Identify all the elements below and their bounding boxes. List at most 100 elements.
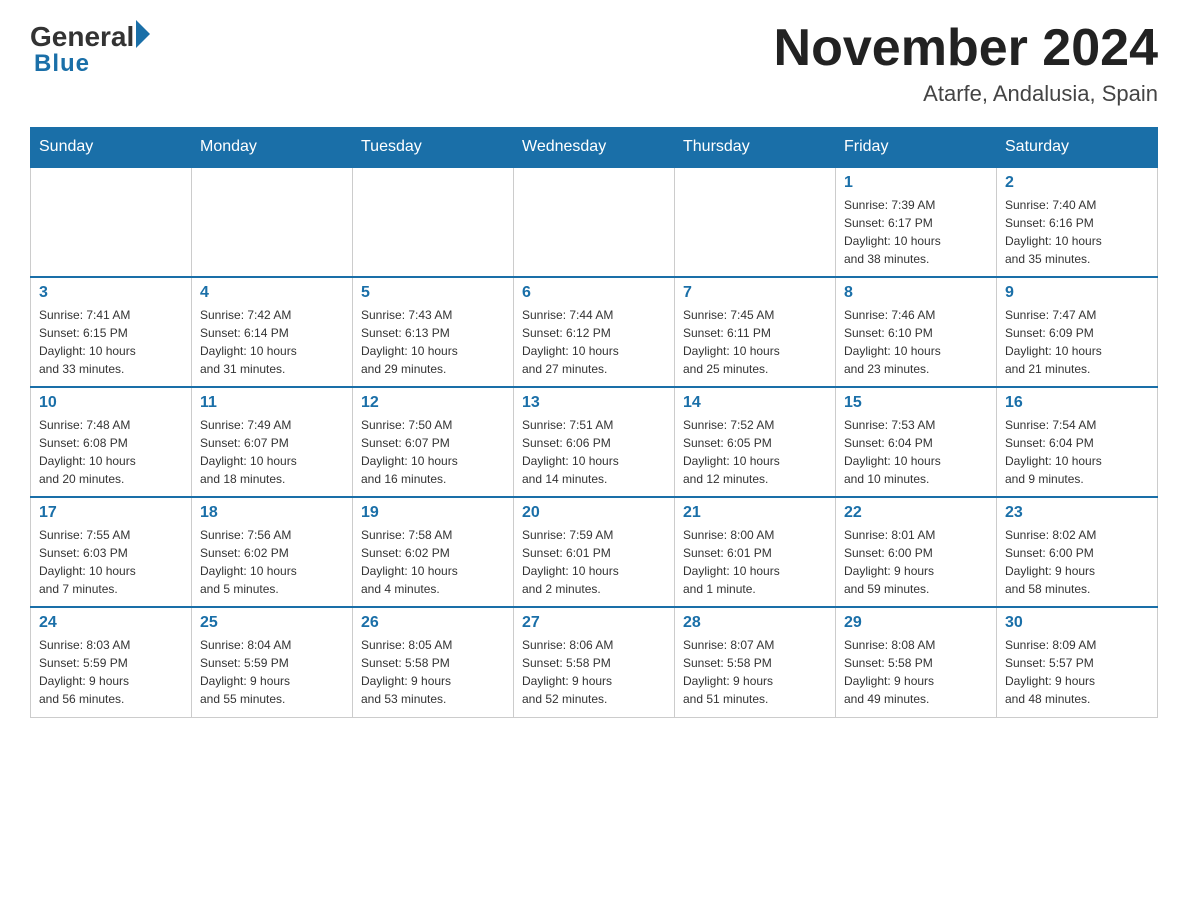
day-info: Sunrise: 7:45 AM Sunset: 6:11 PM Dayligh… — [683, 306, 827, 378]
day-info: Sunrise: 7:56 AM Sunset: 6:02 PM Dayligh… — [200, 526, 344, 598]
day-number: 8 — [844, 284, 988, 302]
day-number: 20 — [522, 504, 666, 522]
calendar-week-row: 1 Sunrise: 7:39 AM Sunset: 6:17 PM Daylig… — [31, 167, 1158, 277]
day-number: 6 — [522, 284, 666, 302]
calendar-cell: 14 Sunrise: 7:52 AM Sunset: 6:05 PM Dayli… — [675, 387, 836, 497]
day-info: Sunrise: 7:42 AM Sunset: 6:14 PM Dayligh… — [200, 306, 344, 378]
calendar-cell — [514, 167, 675, 277]
day-number: 21 — [683, 504, 827, 522]
day-number: 28 — [683, 614, 827, 632]
calendar-cell: 5 Sunrise: 7:43 AM Sunset: 6:13 PM Daylig… — [353, 277, 514, 387]
day-number: 13 — [522, 394, 666, 412]
page-header: General Blue November 2024 Atarfe, Andal… — [30, 20, 1158, 107]
logo-general: General — [30, 21, 134, 53]
calendar-cell: 20 Sunrise: 7:59 AM Sunset: 6:01 PM Dayli… — [514, 497, 675, 607]
day-number: 1 — [844, 174, 988, 192]
day-info: Sunrise: 7:59 AM Sunset: 6:01 PM Dayligh… — [522, 526, 666, 598]
day-number: 16 — [1005, 394, 1149, 412]
calendar-cell: 3 Sunrise: 7:41 AM Sunset: 6:15 PM Daylig… — [31, 277, 192, 387]
day-info: Sunrise: 7:43 AM Sunset: 6:13 PM Dayligh… — [361, 306, 505, 378]
logo: General Blue — [30, 20, 150, 78]
day-number: 4 — [200, 284, 344, 302]
day-number: 9 — [1005, 284, 1149, 302]
day-number: 3 — [39, 284, 183, 302]
day-info: Sunrise: 7:40 AM Sunset: 6:16 PM Dayligh… — [1005, 196, 1149, 268]
day-number: 24 — [39, 614, 183, 632]
calendar-cell: 16 Sunrise: 7:54 AM Sunset: 6:04 PM Dayli… — [997, 387, 1158, 497]
day-info: Sunrise: 7:50 AM Sunset: 6:07 PM Dayligh… — [361, 416, 505, 488]
calendar-cell: 30 Sunrise: 8:09 AM Sunset: 5:57 PM Dayli… — [997, 607, 1158, 717]
weekday-header-row: Sunday Monday Tuesday Wednesday Thursday… — [31, 128, 1158, 168]
day-info: Sunrise: 8:03 AM Sunset: 5:59 PM Dayligh… — [39, 636, 183, 708]
logo-text: General — [30, 20, 150, 54]
calendar-cell: 26 Sunrise: 8:05 AM Sunset: 5:58 PM Dayli… — [353, 607, 514, 717]
day-number: 11 — [200, 394, 344, 412]
title-area: November 2024 Atarfe, Andalusia, Spain — [774, 20, 1158, 107]
calendar-cell — [31, 167, 192, 277]
calendar-week-row: 3 Sunrise: 7:41 AM Sunset: 6:15 PM Daylig… — [31, 277, 1158, 387]
day-number: 5 — [361, 284, 505, 302]
header-monday: Monday — [192, 128, 353, 168]
calendar-cell: 7Sunrise: 7:45 AM Sunset: 6:11 PM Daylig… — [675, 277, 836, 387]
day-info: Sunrise: 8:02 AM Sunset: 6:00 PM Dayligh… — [1005, 526, 1149, 598]
day-info: Sunrise: 7:48 AM Sunset: 6:08 PM Dayligh… — [39, 416, 183, 488]
day-info: Sunrise: 7:39 AM Sunset: 6:17 PM Dayligh… — [844, 196, 988, 268]
day-info: Sunrise: 7:54 AM Sunset: 6:04 PM Dayligh… — [1005, 416, 1149, 488]
header-friday: Friday — [836, 128, 997, 168]
day-number: 14 — [683, 394, 827, 412]
day-info: Sunrise: 7:44 AM Sunset: 6:12 PM Dayligh… — [522, 306, 666, 378]
day-info: Sunrise: 8:07 AM Sunset: 5:58 PM Dayligh… — [683, 636, 827, 708]
day-number: 15 — [844, 394, 988, 412]
calendar-cell: 13 Sunrise: 7:51 AM Sunset: 6:06 PM Dayli… — [514, 387, 675, 497]
day-info: Sunrise: 7:41 AM Sunset: 6:15 PM Dayligh… — [39, 306, 183, 378]
calendar-cell: 2 Sunrise: 7:40 AM Sunset: 6:16 PM Daylig… — [997, 167, 1158, 277]
day-info: Sunrise: 8:08 AM Sunset: 5:58 PM Dayligh… — [844, 636, 988, 708]
calendar-cell — [192, 167, 353, 277]
day-number: 26 — [361, 614, 505, 632]
calendar-cell: 12 Sunrise: 7:50 AM Sunset: 6:07 PM Dayli… — [353, 387, 514, 497]
day-number: 19 — [361, 504, 505, 522]
month-year-title: November 2024 — [774, 20, 1158, 77]
day-info: Sunrise: 7:51 AM Sunset: 6:06 PM Dayligh… — [522, 416, 666, 488]
calendar-week-row: 24 Sunrise: 8:03 AM Sunset: 5:59 PM Dayli… — [31, 607, 1158, 717]
calendar-cell: 8 Sunrise: 7:46 AM Sunset: 6:10 PM Daylig… — [836, 277, 997, 387]
day-info: Sunrise: 8:06 AM Sunset: 5:58 PM Dayligh… — [522, 636, 666, 708]
day-info: Sunrise: 7:55 AM Sunset: 6:03 PM Dayligh… — [39, 526, 183, 598]
day-number: 18 — [200, 504, 344, 522]
day-number: 25 — [200, 614, 344, 632]
logo-blue-text: Blue — [34, 50, 90, 78]
day-number: 30 — [1005, 614, 1149, 632]
day-info: Sunrise: 8:09 AM Sunset: 5:57 PM Dayligh… — [1005, 636, 1149, 708]
day-info: Sunrise: 7:52 AM Sunset: 6:05 PM Dayligh… — [683, 416, 827, 488]
calendar-cell: 22Sunrise: 8:01 AM Sunset: 6:00 PM Dayli… — [836, 497, 997, 607]
day-info: Sunrise: 7:47 AM Sunset: 6:09 PM Dayligh… — [1005, 306, 1149, 378]
day-info: Sunrise: 8:00 AM Sunset: 6:01 PM Dayligh… — [683, 526, 827, 598]
logo-triangle-icon — [136, 20, 150, 48]
calendar-cell: 19 Sunrise: 7:58 AM Sunset: 6:02 PM Dayli… — [353, 497, 514, 607]
calendar-cell: 25 Sunrise: 8:04 AM Sunset: 5:59 PM Dayli… — [192, 607, 353, 717]
calendar-cell: 1 Sunrise: 7:39 AM Sunset: 6:17 PM Daylig… — [836, 167, 997, 277]
day-info: Sunrise: 7:58 AM Sunset: 6:02 PM Dayligh… — [361, 526, 505, 598]
day-info: Sunrise: 7:49 AM Sunset: 6:07 PM Dayligh… — [200, 416, 344, 488]
location-subtitle: Atarfe, Andalusia, Spain — [774, 81, 1158, 107]
day-number: 17 — [39, 504, 183, 522]
day-number: 12 — [361, 394, 505, 412]
day-info: Sunrise: 8:01 AM Sunset: 6:00 PM Dayligh… — [844, 526, 988, 598]
day-info: Sunrise: 7:46 AM Sunset: 6:10 PM Dayligh… — [844, 306, 988, 378]
header-sunday: Sunday — [31, 128, 192, 168]
calendar-cell: 9 Sunrise: 7:47 AM Sunset: 6:09 PM Daylig… — [997, 277, 1158, 387]
calendar-cell: 18 Sunrise: 7:56 AM Sunset: 6:02 PM Dayli… — [192, 497, 353, 607]
calendar-table: Sunday Monday Tuesday Wednesday Thursday… — [30, 127, 1158, 718]
calendar-cell: 15Sunrise: 7:53 AM Sunset: 6:04 PM Dayli… — [836, 387, 997, 497]
day-number: 23 — [1005, 504, 1149, 522]
calendar-week-row: 17 Sunrise: 7:55 AM Sunset: 6:03 PM Dayli… — [31, 497, 1158, 607]
day-number: 2 — [1005, 174, 1149, 192]
calendar-week-row: 10 Sunrise: 7:48 AM Sunset: 6:08 PM Dayli… — [31, 387, 1158, 497]
day-info: Sunrise: 8:05 AM Sunset: 5:58 PM Dayligh… — [361, 636, 505, 708]
calendar-cell — [675, 167, 836, 277]
header-tuesday: Tuesday — [353, 128, 514, 168]
day-info: Sunrise: 8:04 AM Sunset: 5:59 PM Dayligh… — [200, 636, 344, 708]
day-number: 10 — [39, 394, 183, 412]
calendar-cell: 27Sunrise: 8:06 AM Sunset: 5:58 PM Dayli… — [514, 607, 675, 717]
header-thursday: Thursday — [675, 128, 836, 168]
